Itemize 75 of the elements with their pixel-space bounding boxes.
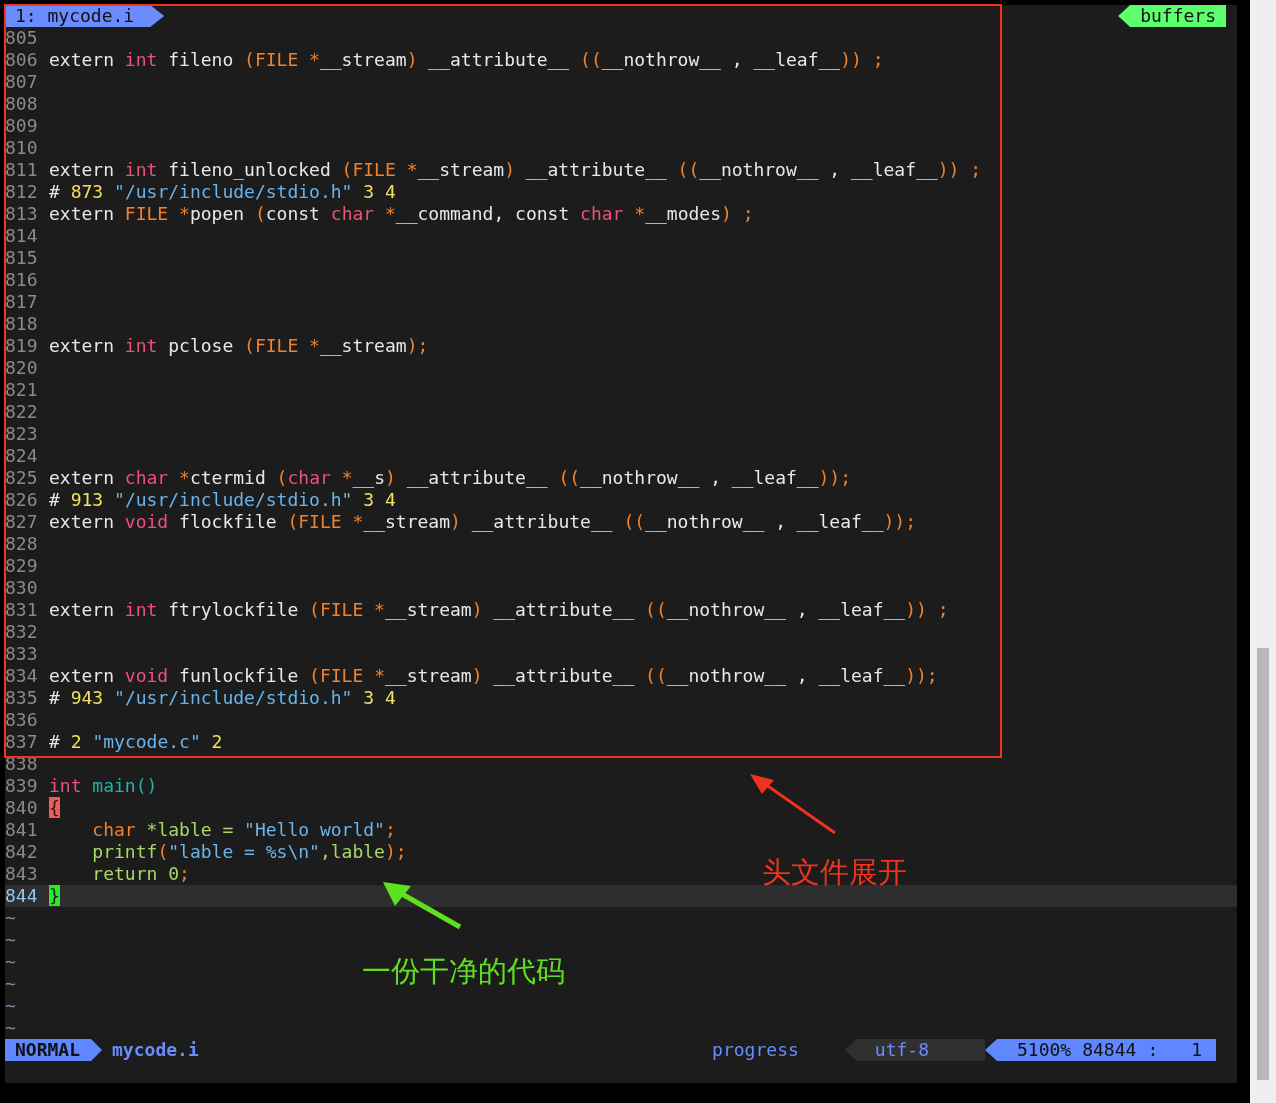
code-line: extern void funlockfile (FILE *__stream) __attribute__ ((__nothrow__ , __leaf__)); (49, 665, 938, 687)
line-number: 815 (5, 247, 38, 269)
line-number: 835 (5, 687, 38, 709)
mode-indicator: NORMAL (5, 1039, 103, 1061)
column-text: 1 (1191, 1039, 1202, 1061)
line-number: 824 (5, 445, 38, 467)
line-number: 829 (5, 555, 38, 577)
line-number: 805 (5, 27, 38, 49)
buffers-label: buffers (1118, 5, 1226, 27)
line-number: 826 (5, 489, 38, 511)
line-number: 809 (5, 115, 38, 137)
code-line: extern int fileno (FILE *__stream) __attribute__ ((__nothrow__ , __leaf__)) ; (49, 49, 884, 71)
code-line: extern void flockfile (FILE *__stream) __attribute__ ((__nothrow__ , __leaf__)); (49, 511, 917, 533)
line-number: 820 (5, 357, 38, 379)
empty-line-marker: ~ (5, 929, 16, 950)
line-number: 834 (5, 665, 38, 687)
line-number: 810 (5, 137, 38, 159)
line-number: 831 (5, 599, 38, 621)
code-line: # 873 "/usr/include/stdio.h" 3 4 (49, 181, 396, 203)
line-number: 833 (5, 643, 38, 665)
code-line: # 913 "/usr/include/stdio.h" 3 4 (49, 489, 396, 511)
line-number: 816 (5, 269, 38, 291)
line-number: 819 (5, 335, 38, 357)
code-line: # 2 "mycode.c" 2 (49, 731, 223, 753)
percent-text: 5100% (1017, 1039, 1072, 1061)
separator-text: : (1147, 1039, 1159, 1061)
line-number: 814 (5, 225, 38, 247)
code-line: int main() (49, 775, 158, 797)
line-number: 825 (5, 467, 38, 489)
empty-line-marker: ~ (5, 951, 16, 972)
code-line: printf("lable = %s\n",lable); (91, 841, 407, 863)
line-number: 807 (5, 71, 38, 93)
annotation-text: 一份干净的代码 (362, 953, 565, 990)
line-number: 836 (5, 709, 38, 731)
line-text: 84844 (1082, 1039, 1137, 1061)
line-number: 839 (5, 775, 38, 797)
code-line: extern int pclose (FILE *__stream); (49, 335, 429, 357)
line-number: 811 (5, 159, 38, 181)
line-number: 827 (5, 511, 38, 533)
buffer-tab[interactable]: 1: mycode.i (5, 5, 165, 27)
empty-line-marker: ~ (5, 995, 16, 1016)
line-number: 842 (5, 841, 38, 863)
line-number: 837 (5, 731, 38, 753)
code-line: extern int fileno_unlocked (FILE *__stream) __attribute__ ((__nothrow__ , __leaf__)) ; (49, 159, 982, 181)
line-number: 812 (5, 181, 38, 203)
code-line: extern char *ctermid (char *__s) __attribute__ ((__nothrow__ , __leaf__)); (49, 467, 852, 489)
line-number: 821 (5, 379, 38, 401)
empty-line-marker: ~ (5, 907, 16, 928)
line-number: 830 (5, 577, 38, 599)
line-number: 813 (5, 203, 38, 225)
encoding-segment: utf-8 (844, 1039, 985, 1061)
line-number: 840 (5, 797, 38, 819)
code-line: extern int ftrylockfile (FILE *__stream) __attribute__ ((__nothrow__ , __leaf__)) ; (49, 599, 949, 621)
code-line: char *lable = "Hello world"; (91, 819, 396, 841)
line-number: 806 (5, 49, 38, 71)
line-number: 823 (5, 423, 38, 445)
scrollbar-thumb[interactable] (1257, 648, 1269, 1080)
progress-label: progress (712, 1039, 799, 1061)
file-name: mycode.i (112, 1039, 199, 1061)
line-number: 844 (5, 885, 38, 907)
line-number: 843 (5, 863, 38, 885)
annotation-text: 头文件展开 (762, 854, 907, 891)
line-number: 832 (5, 621, 38, 643)
line-number: 841 (5, 819, 38, 841)
empty-line-marker: ~ (5, 973, 16, 994)
line-number: 817 (5, 291, 38, 313)
line-number: 828 (5, 533, 38, 555)
code-line: extern FILE *popen (const char *__command, const char *__modes) ; (49, 203, 754, 225)
line-number: 822 (5, 401, 38, 423)
line-number: 818 (5, 313, 38, 335)
code-line: # 943 "/usr/include/stdio.h" 3 4 (49, 687, 396, 709)
line-number: 808 (5, 93, 38, 115)
scrollbar[interactable] (1250, 0, 1276, 1103)
empty-line-marker: ~ (5, 1017, 16, 1038)
code-line: return 0; (91, 863, 190, 885)
